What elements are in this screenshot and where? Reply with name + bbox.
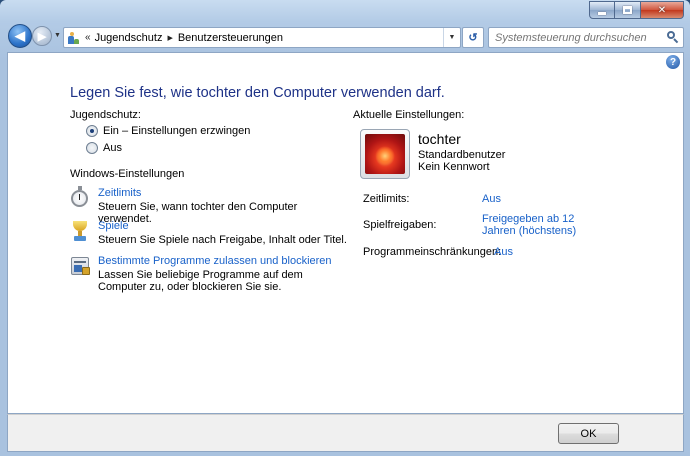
maximize-button[interactable] bbox=[615, 1, 641, 19]
forward-button[interactable]: ▶ bbox=[32, 26, 52, 46]
avatar-image bbox=[365, 134, 405, 174]
arrow-right-icon: ▶ bbox=[37, 30, 47, 43]
chevron-down-icon: ▼ bbox=[448, 34, 456, 41]
search-input[interactable] bbox=[489, 28, 659, 47]
caption-buttons: ✕ bbox=[589, 1, 684, 19]
navigation-bar: ◀ ▶ ▼ « Jugendschutz ▶ Benutzersteuerung… bbox=[0, 22, 690, 52]
help-icon[interactable]: ? bbox=[666, 55, 680, 69]
programmeinschraenkungen-key: Programmeinschränkungen: bbox=[363, 246, 502, 258]
recent-pages-dropdown[interactable]: ▼ bbox=[54, 32, 61, 39]
radio-aus-label[interactable]: Aus bbox=[103, 142, 122, 154]
refresh-button[interactable]: ↺ bbox=[462, 27, 484, 48]
zeitlimits-value-link[interactable]: Aus bbox=[482, 193, 501, 205]
radio-ein-label[interactable]: Ein – Einstellungen erzwingen bbox=[103, 125, 250, 137]
user-avatar bbox=[360, 129, 410, 179]
ok-button[interactable]: OK bbox=[558, 423, 619, 444]
search-icon[interactable] bbox=[667, 31, 679, 44]
radio-aus[interactable]: Aus bbox=[86, 142, 122, 154]
programme-link[interactable]: Bestimmte Programme zulassen und blockie… bbox=[98, 255, 332, 267]
current-settings-label: Aktuelle Einstellungen: bbox=[353, 109, 465, 121]
close-button[interactable]: ✕ bbox=[641, 1, 684, 19]
search-box[interactable] bbox=[488, 27, 684, 48]
address-bar[interactable]: « Jugendschutz ▶ Benutzersteuerungen ▼ bbox=[63, 27, 461, 48]
user-name: tochter bbox=[418, 131, 461, 147]
breadcrumb-separator-icon[interactable]: ▶ bbox=[167, 34, 172, 42]
spiele-link[interactable]: Spiele bbox=[98, 220, 129, 232]
windows-settings-label: Windows-Einstellungen bbox=[70, 168, 185, 180]
programmeinschraenkungen-value-link[interactable]: Aus bbox=[494, 246, 513, 258]
minimize-icon bbox=[598, 11, 606, 15]
spielfreigaben-key: Spielfreigaben: bbox=[363, 219, 437, 231]
program-restriction-icon bbox=[70, 255, 92, 277]
radio-button-checked[interactable] bbox=[86, 125, 98, 137]
arrow-left-icon: ◀ bbox=[15, 28, 25, 43]
refresh-icon: ↺ bbox=[468, 32, 478, 44]
page-title: Legen Sie fest, wie tochter den Computer… bbox=[70, 85, 445, 101]
zeitlimits-key: Zeitlimits: bbox=[363, 193, 410, 205]
maximize-icon bbox=[623, 6, 632, 14]
minimize-button[interactable] bbox=[589, 1, 615, 19]
zeitlimits-link[interactable]: Zeitlimits bbox=[98, 187, 141, 199]
window: ✕ ◀ ▶ ▼ « Jugendschutz ▶ Benutzersteueru… bbox=[0, 0, 690, 456]
back-button[interactable]: ◀ bbox=[8, 24, 32, 48]
setting-zeitlimits: Zeitlimits Steuern Sie, wann tochter den… bbox=[70, 186, 350, 225]
user-password-status: Kein Kennwort bbox=[418, 161, 490, 173]
main-content: ? Legen Sie fest, wie tochter den Comput… bbox=[7, 52, 684, 414]
setting-programme: Bestimmte Programme zulassen und blockie… bbox=[70, 255, 350, 295]
jugendschutz-label: Jugendschutz: bbox=[70, 109, 141, 121]
breadcrumb-benutzersteuerungen[interactable]: Benutzersteuerungen bbox=[178, 32, 283, 44]
spiele-description: Steuern Sie Spiele nach Freigabe, Inhalt… bbox=[98, 234, 347, 246]
programme-description: Lassen Sie beliebige Programme auf dem C… bbox=[98, 269, 303, 293]
stopwatch-icon bbox=[70, 186, 92, 209]
spielfreigaben-value-link[interactable]: Freigegeben ab 12 Jahren (höchstens) bbox=[482, 213, 607, 237]
setting-spiele: Spiele Steuern Sie Spiele nach Freigabe,… bbox=[70, 220, 350, 250]
address-dropdown-button[interactable]: ▼ bbox=[443, 28, 460, 47]
user-account-type: Standardbenutzer bbox=[418, 149, 506, 161]
trophy-icon bbox=[70, 220, 92, 242]
radio-button-unchecked[interactable] bbox=[86, 142, 98, 154]
control-panel-icon bbox=[67, 31, 81, 45]
footer: OK bbox=[7, 414, 684, 452]
close-icon: ✕ bbox=[657, 4, 667, 16]
breadcrumb-jugendschutz[interactable]: Jugendschutz bbox=[95, 32, 163, 44]
radio-ein[interactable]: Ein – Einstellungen erzwingen bbox=[86, 125, 250, 137]
breadcrumb-overflow[interactable]: « bbox=[85, 32, 91, 43]
